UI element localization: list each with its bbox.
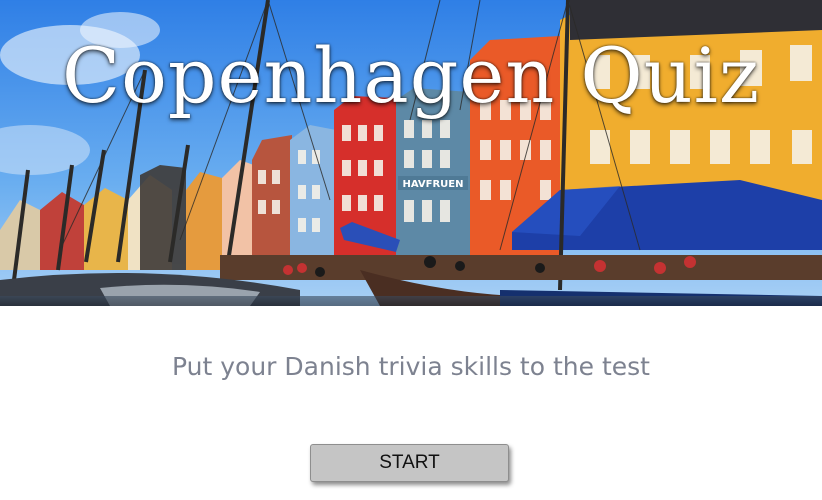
start-button[interactable]: START [310, 444, 509, 482]
hero-banner: HAVFRUEN Copenhagen Quiz [0, 0, 822, 306]
quiz-title: Copenhagen Quiz [61, 31, 761, 120]
tagline: Put your Danish trivia skills to the tes… [172, 352, 650, 381]
havfruen-sign: HAVFRUEN [402, 179, 463, 190]
